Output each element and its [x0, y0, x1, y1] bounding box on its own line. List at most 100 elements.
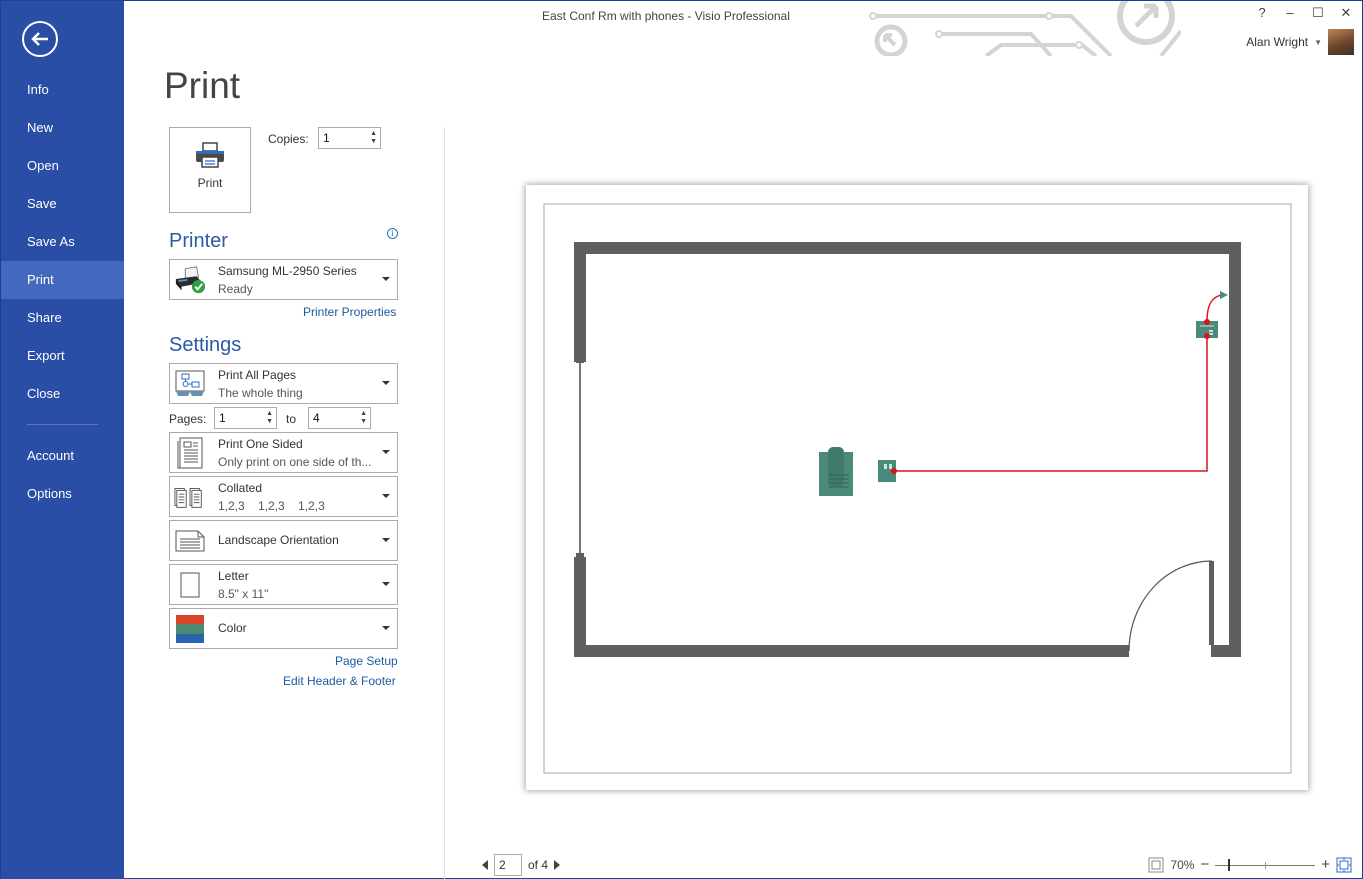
window-controls: ? – ☐ ✕ [1254, 5, 1354, 21]
printer-status: Ready [218, 282, 253, 296]
floor-plan-preview [543, 203, 1292, 774]
nav-save[interactable]: Save [1, 185, 124, 223]
color-select[interactable]: Color [169, 608, 398, 649]
phone-handset [828, 447, 844, 487]
page-margin-border [543, 203, 1292, 774]
fit-to-window-icon[interactable] [1336, 857, 1352, 873]
print-range-select[interactable]: Print All Pages The whole thing [169, 363, 398, 404]
page-navigator: 2 of 4 [482, 854, 561, 876]
zoom-slider-thumb[interactable] [1228, 858, 1231, 871]
nav-divider [27, 424, 98, 425]
copies-value: 1 [323, 131, 330, 145]
printer-properties-link[interactable]: Printer Properties [303, 305, 396, 319]
previous-page-icon[interactable] [482, 860, 488, 870]
info-icon[interactable]: i [387, 228, 398, 239]
copies-label: Copies: [268, 132, 309, 146]
printer-heading: Printer [169, 230, 228, 252]
nav-export[interactable]: Export [1, 337, 124, 375]
one-sided-page-icon [174, 437, 206, 469]
zoom-in-button[interactable]: + [1321, 856, 1330, 873]
page-title: Print [164, 65, 241, 106]
print-range-subtitle: The whole thing [218, 386, 303, 400]
print-preview-page [526, 185, 1308, 790]
sides-title: Print One Sided [218, 437, 303, 451]
chevron-down-icon [382, 381, 390, 385]
nav-new[interactable]: New [1, 109, 124, 147]
printer-name: Samsung ML-2950 Series [218, 264, 357, 278]
nav-options[interactable]: Options [1, 475, 124, 513]
orientation-title: Landscape Orientation [218, 533, 339, 547]
chevron-down-icon [382, 626, 390, 630]
collation-select[interactable]: Collated 1,2,3 1,2,3 1,2,3 [169, 476, 398, 517]
color-swatch-icon [174, 613, 206, 645]
chevron-down-icon [382, 582, 390, 586]
nav-account[interactable]: Account [1, 437, 124, 475]
chevron-down-icon: ▼ [1314, 37, 1322, 47]
nav-print[interactable]: Print [1, 261, 124, 299]
avatar [1328, 29, 1354, 55]
printer-device-icon [174, 264, 206, 296]
restore-button[interactable]: ☐ [1310, 5, 1326, 21]
minimize-button[interactable]: – [1282, 5, 1298, 21]
door-swing [1128, 560, 1213, 652]
wall-bottom-right [1211, 645, 1241, 657]
room-walls [574, 242, 1241, 657]
copies-stepper[interactable]: ▲ ▼ [370, 130, 377, 146]
collated-pages-icon [174, 481, 206, 513]
color-title: Color [218, 621, 247, 635]
backstage-nav: Info New Open Save Save As Print Share E… [1, 71, 124, 513]
pages-from-value: 1 [219, 411, 226, 425]
nav-close[interactable]: Close [1, 375, 124, 413]
landscape-page-icon [174, 525, 206, 557]
zoom-slider[interactable] [1215, 858, 1316, 872]
window-title: East Conf Rm with phones - Visio Profess… [542, 9, 790, 23]
back-arrow-icon [31, 32, 48, 46]
close-button[interactable]: ✕ [1338, 5, 1354, 21]
nav-share[interactable]: Share [1, 299, 124, 337]
sides-select[interactable]: Print One Sided Only print on one side o… [169, 432, 398, 473]
page-setup-link[interactable]: Page Setup [335, 654, 398, 668]
zoom-bar: 70% − + [1148, 856, 1352, 873]
wall-left-bottom [574, 557, 586, 657]
connection-point [1204, 319, 1210, 325]
printer-select[interactable]: Samsung ML-2950 Series Ready [169, 259, 398, 300]
paper-icon [174, 569, 206, 601]
orientation-select[interactable]: Landscape Orientation [169, 520, 398, 561]
nav-save-as[interactable]: Save As [1, 223, 124, 261]
paper-size-title: Letter [218, 569, 249, 583]
help-button[interactable]: ? [1254, 5, 1270, 21]
pages-to-value: 4 [313, 411, 320, 425]
zoom-out-button[interactable]: − [1200, 856, 1209, 873]
zoom-to-page-icon[interactable] [1148, 857, 1164, 873]
chevron-down-icon [382, 494, 390, 498]
wall-bottom-left [574, 645, 1129, 657]
door-leaf [1209, 561, 1214, 645]
pages-to-input[interactable]: 4 ▲ ▼ [308, 407, 371, 429]
current-page-input[interactable]: 2 [494, 854, 522, 876]
pages-to-label: to [286, 412, 297, 426]
print-button[interactable]: Print [169, 127, 251, 213]
printer-icon [196, 142, 224, 168]
chevron-down-icon [382, 277, 390, 281]
print-button-label: Print [197, 176, 223, 190]
copies-input[interactable]: 1 ▲ ▼ [318, 127, 381, 149]
pages-from-input[interactable]: 1 ▲ ▼ [214, 407, 277, 429]
nav-open[interactable]: Open [1, 147, 124, 185]
page-count: of 4 [528, 858, 549, 872]
pages-from-stepper[interactable]: ▲ ▼ [266, 410, 273, 426]
paper-size-select[interactable]: Letter 8.5" x 11" [169, 564, 398, 605]
user-account[interactable]: Alan Wright ▼ [1246, 29, 1354, 55]
chevron-down-icon [382, 538, 390, 542]
pages-to-stepper[interactable]: ▲ ▼ [360, 410, 367, 426]
next-page-icon[interactable] [554, 860, 561, 870]
settings-heading: Settings [169, 334, 242, 356]
window-jamb-bottom [576, 553, 584, 561]
edit-header-footer-link[interactable]: Edit Header & Footer [283, 674, 396, 688]
collation-subtitle: 1,2,3 1,2,3 1,2,3 [218, 499, 325, 513]
pages-label: Pages: [169, 412, 207, 426]
wall-top [574, 242, 1241, 254]
back-button[interactable] [22, 21, 58, 57]
diagram-pages-icon [174, 368, 206, 400]
circuit-decoration [869, 1, 1181, 56]
nav-info[interactable]: Info [1, 71, 124, 109]
